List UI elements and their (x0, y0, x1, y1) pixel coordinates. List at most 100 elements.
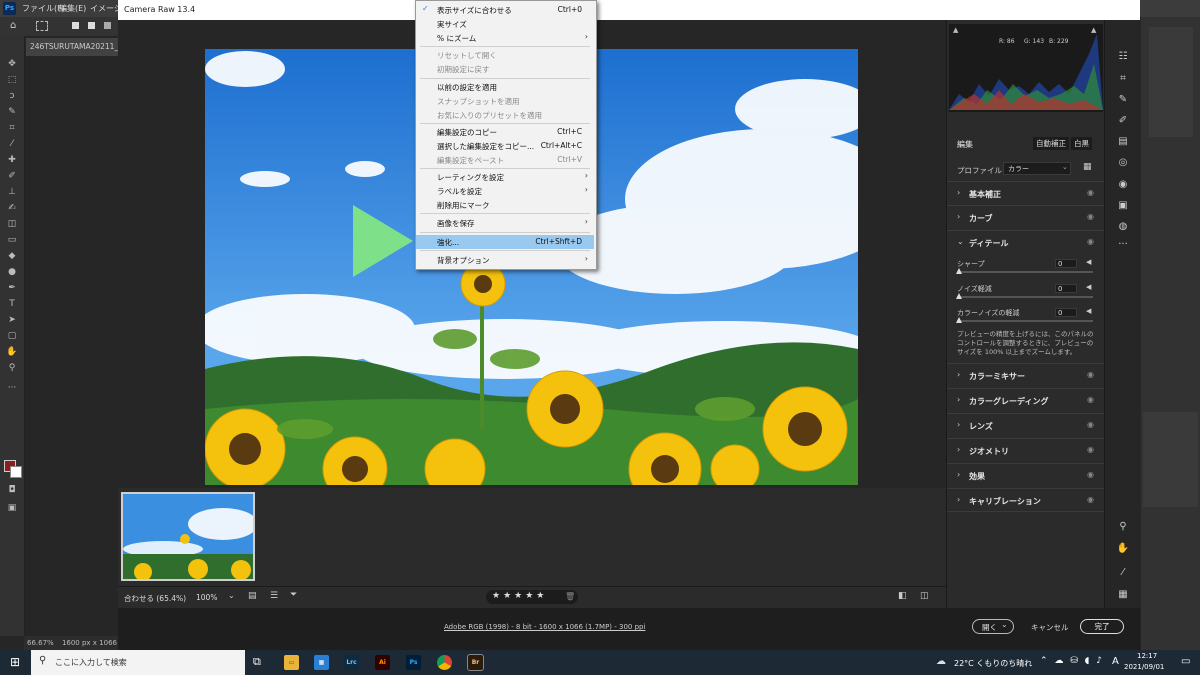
add-selection-icon[interactable] (88, 22, 95, 29)
section-color-grading[interactable]: › カラーグレーディング ◉ (947, 388, 1105, 412)
red-eye-icon[interactable]: ◉ (1115, 178, 1131, 192)
menu-item-apply-previous[interactable]: 以前の設定を適用 (416, 80, 594, 94)
color-noise-slider[interactable] (957, 320, 1093, 322)
eyedropper-icon[interactable]: ⁄ (1115, 566, 1131, 580)
zoom-tool-icon[interactable]: ⚲ (5, 362, 19, 374)
hand-icon[interactable]: ✋ (1115, 542, 1131, 556)
file-explorer-icon[interactable]: ▭ (284, 655, 299, 670)
menu-item-enhance[interactable]: 強化... Ctrl+Shft+D (416, 235, 594, 249)
before-after-icon[interactable]: ◫ (920, 591, 929, 601)
section-basic[interactable]: › 基本補正 ◉ (947, 181, 1105, 205)
rating-stars[interactable]: ★★★★★ (492, 591, 547, 601)
done-button[interactable]: 完了 (1080, 619, 1124, 634)
quick-mask-icon[interactable]: ◘ (5, 484, 19, 496)
zoom-icon[interactable]: ⚲ (1115, 520, 1131, 534)
eye-icon[interactable]: ◉ (1087, 395, 1094, 404)
ime-indicator[interactable]: A (1112, 656, 1119, 667)
taskbar-search-box[interactable]: ⚲ ここに入力して検索 (31, 650, 245, 675)
menu-item-set-label[interactable]: ラベルを設定 › (416, 184, 594, 198)
slider-reset-icon[interactable]: ◀ (1086, 283, 1091, 291)
eye-icon[interactable]: ◉ (1087, 370, 1094, 379)
menu-item-copy-selected-settings[interactable]: 選択した編集設定をコピー... Ctrl+Alt+C (416, 139, 594, 153)
auto-button[interactable]: 自動補正 (1033, 137, 1069, 150)
taskbar-app-br[interactable]: Br (467, 654, 484, 671)
menu-edit[interactable]: 編集(E) (59, 3, 86, 14)
task-view-icon[interactable]: ⧉ (253, 655, 261, 669)
graduated-filter-icon[interactable]: ▤ (1115, 135, 1131, 149)
crop-tool-icon[interactable]: ⌗ (5, 122, 19, 134)
section-effects[interactable]: › 効果 ◉ (947, 463, 1105, 487)
zoom-level-select[interactable]: 100% (196, 593, 217, 602)
adjustment-brush-icon[interactable]: ✐ (1115, 114, 1131, 128)
document-tab[interactable]: 246TSURUTAMA20211_TP (26, 38, 120, 56)
slider-reset-icon[interactable]: ◀ (1086, 307, 1091, 315)
spot-removal-icon[interactable]: ✎ (1115, 93, 1131, 107)
workflow-options-link[interactable]: Adobe RGB (1998) - 8 bit - 1600 x 1066 (… (444, 623, 645, 631)
shadow-clip-icon[interactable]: ▲ (953, 26, 958, 34)
section-lens[interactable]: › レンズ ◉ (947, 413, 1105, 437)
lasso-tool-icon[interactable]: ↄ (5, 90, 19, 102)
slider-reset-icon[interactable]: ◀ (1086, 258, 1091, 266)
section-calibration[interactable]: › キャリブレーション ◉ (947, 488, 1105, 512)
notification-icon[interactable]: ▭ (1181, 656, 1190, 667)
radial-filter-icon[interactable]: ◎ (1115, 156, 1131, 170)
menu-item-save-image[interactable]: 画像を保存 › (416, 216, 594, 230)
filter-icon[interactable]: ⏷ (290, 590, 297, 600)
background-color-swatch[interactable] (10, 466, 22, 478)
healing-tool-icon[interactable]: ✚ (5, 154, 19, 166)
windows-start-icon[interactable]: ⊞ (10, 655, 20, 669)
screen-mode-icon[interactable]: ▣ (5, 502, 19, 514)
stamp-tool-icon[interactable]: ⊥ (5, 186, 19, 198)
black-white-button[interactable]: 白黒 (1071, 137, 1092, 150)
home-icon[interactable]: ⌂ (10, 20, 16, 31)
dodge-tool-icon[interactable]: ● (5, 266, 19, 278)
eye-icon[interactable]: ◉ (1087, 445, 1094, 454)
chrome-icon[interactable] (437, 655, 452, 670)
highlight-clip-icon[interactable]: ▲ (1091, 26, 1096, 34)
noise-reduction-slider-thumb[interactable] (956, 293, 962, 299)
section-color-mixer[interactable]: › カラーミキサー ◉ (947, 363, 1105, 387)
chevron-down-icon[interactable]: ⌄ (228, 591, 235, 600)
section-curve[interactable]: › カーブ ◉ (947, 205, 1105, 229)
eye-icon[interactable]: ◉ (1087, 495, 1094, 504)
open-button[interactable]: 開く ⌄ (972, 619, 1014, 634)
marquee-tool-icon[interactable]: ⬚ (5, 74, 19, 86)
sharpen-value[interactable]: 0 (1055, 259, 1077, 268)
eye-icon[interactable]: ◉ (1087, 237, 1094, 246)
taskbar-app-ai[interactable]: Ai (375, 655, 390, 670)
shape-tool-icon[interactable]: ▢ (5, 330, 19, 342)
eraser-tool-icon[interactable]: ◫ (5, 218, 19, 230)
eye-icon[interactable]: ◉ (1087, 188, 1094, 197)
pen-tool-icon[interactable]: ✒ (5, 282, 19, 294)
section-geometry[interactable]: › ジオメトリ ◉ (947, 438, 1105, 462)
menu-item-set-rating[interactable]: レーティングを設定 › (416, 170, 594, 184)
noise-reduction-value[interactable]: 0 (1055, 284, 1077, 293)
section-detail[interactable]: ⌄ ディテール ◉ (947, 230, 1105, 254)
eye-icon[interactable]: ◉ (1087, 470, 1094, 479)
color-noise-slider-thumb[interactable] (956, 317, 962, 323)
menu-item-zoom-percent[interactable]: % にズーム › (416, 31, 594, 45)
noise-reduction-slider[interactable] (957, 296, 1093, 298)
weather-text[interactable]: 22°C くもりのち晴れ (954, 658, 1032, 669)
profile-browser-icon[interactable]: ▦ (1083, 162, 1092, 172)
eyedropper-tool-icon[interactable]: ⁄ (5, 138, 19, 150)
marquee-icon[interactable] (36, 21, 48, 31)
cancel-button[interactable]: キャンセル (1031, 622, 1069, 633)
blur-tool-icon[interactable]: ◆ (5, 250, 19, 262)
more-tools-icon[interactable]: ··· (5, 382, 19, 394)
brush-tool-icon[interactable]: ✐ (5, 170, 19, 182)
history-brush-icon[interactable]: ✍ (5, 202, 19, 214)
crop-icon[interactable]: ⌗ (1115, 72, 1131, 86)
eye-icon[interactable]: ◉ (1087, 212, 1094, 221)
quick-select-tool-icon[interactable]: ✎ (5, 106, 19, 118)
fit-zoom-label[interactable]: 合わせる (65.4%) (124, 593, 186, 604)
new-selection-icon[interactable] (72, 22, 79, 29)
sharpen-slider[interactable] (957, 271, 1093, 273)
clock-time[interactable]: 12:17 (1137, 652, 1157, 660)
menu-item-mark-for-deletion[interactable]: 削除用にマーク (416, 198, 594, 212)
trash-icon[interactable]: 🗑 (565, 592, 575, 601)
store-icon[interactable]: ▦ (314, 655, 329, 670)
eye-icon[interactable]: ◉ (1087, 420, 1094, 429)
path-select-tool-icon[interactable]: ➤ (5, 314, 19, 326)
filmstrip-thumbnail[interactable] (121, 492, 255, 581)
